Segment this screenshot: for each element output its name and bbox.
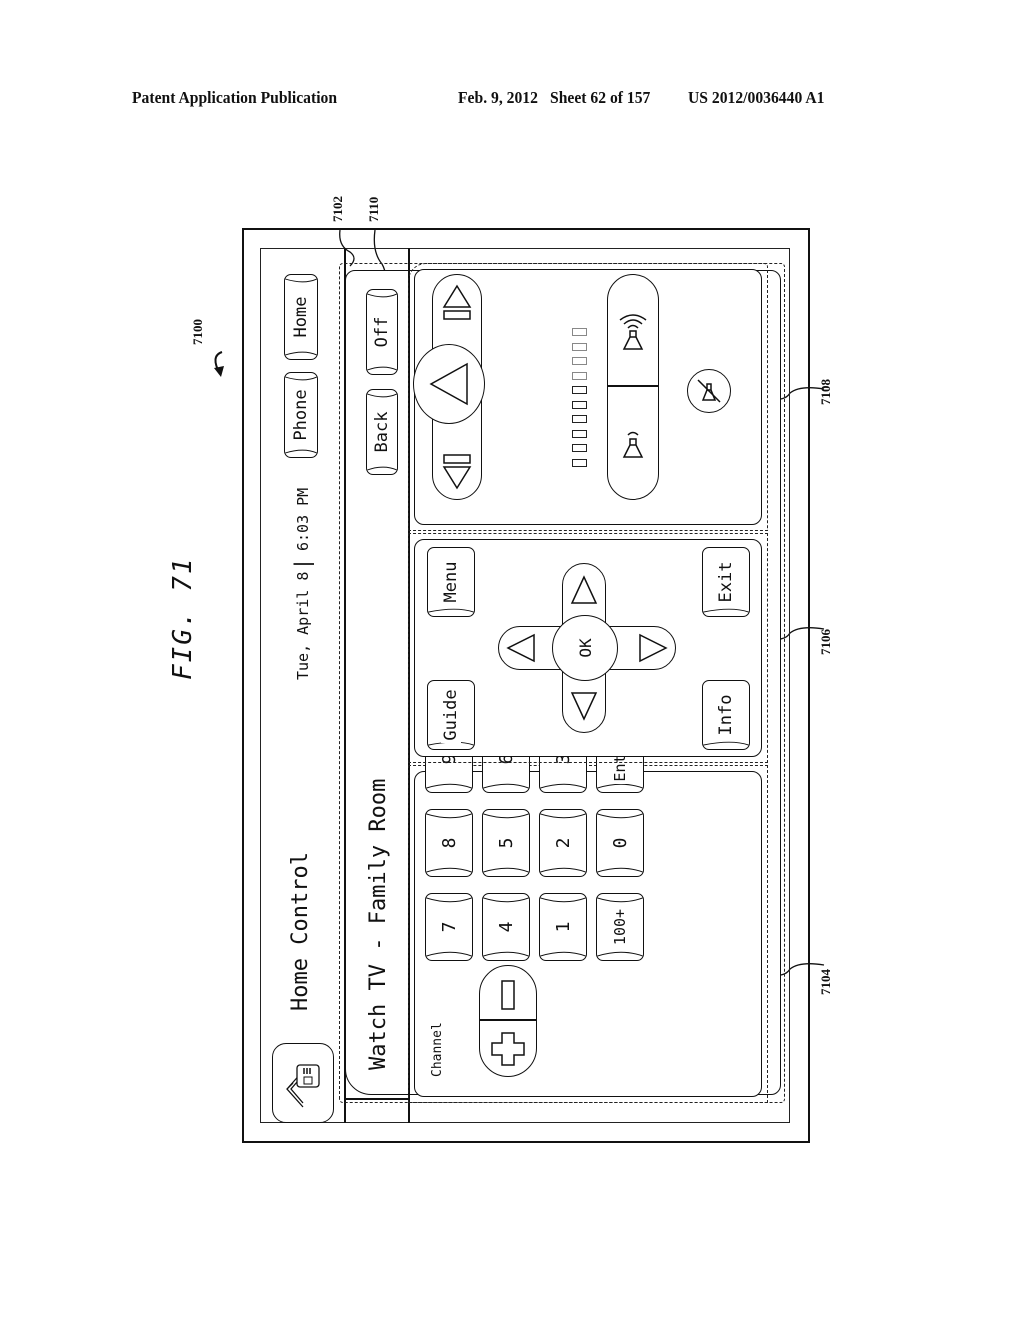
channel-up-button[interactable] (488, 1029, 528, 1069)
keypad-key[interactable]: 0 (596, 809, 644, 877)
channel-label: Channel (430, 1022, 445, 1077)
info-button[interactable]: Info (702, 680, 750, 750)
home-button[interactable]: Home (284, 274, 318, 360)
dpad-up-button[interactable] (568, 573, 600, 607)
play-icon (429, 362, 468, 406)
volume-segment (572, 343, 587, 351)
skip-back-button[interactable] (438, 451, 476, 491)
volume-segment (572, 386, 587, 395)
minus-icon (501, 980, 515, 1010)
keypad-key[interactable]: 7 (425, 893, 473, 961)
skip-forward-icon (442, 284, 472, 320)
ref-7100: 7100 (190, 319, 205, 345)
sheet-number: Sheet 62 of 157 (550, 88, 651, 107)
plus-icon (491, 1032, 525, 1066)
home-control-app-button[interactable] (272, 1043, 334, 1123)
volume-segment (572, 415, 587, 424)
up-arrow-icon (570, 575, 598, 604)
volume-rocker (607, 274, 659, 500)
volume-segment (572, 459, 587, 467)
figure-label: FIG. 71 (168, 556, 198, 680)
volume-rocker-divider (608, 385, 658, 387)
speaker-high-icon (619, 314, 647, 350)
date-display: Tue, April 8 (294, 571, 312, 680)
back-button[interactable]: Back (366, 389, 398, 475)
left-arrow-icon (506, 633, 535, 663)
date-time-separator: | (290, 557, 314, 570)
keypad-key[interactable]: 2 (539, 809, 587, 877)
volume-segment (572, 444, 587, 453)
publication-date: Feb. 9, 2012 (458, 88, 538, 107)
volume-segment (572, 372, 587, 380)
play-button[interactable] (413, 344, 485, 424)
phone-button[interactable]: Phone (284, 372, 318, 458)
channel-down-button[interactable] (488, 975, 528, 1015)
volume-segment (572, 430, 587, 438)
keypad-key[interactable]: 5 (482, 809, 530, 877)
ref-arrow-7100 (214, 351, 224, 377)
publication-number: US 2012/0036440 A1 (688, 88, 825, 107)
exit-button[interactable]: Exit (702, 547, 750, 617)
keypad-key[interactable]: 4 (482, 893, 530, 961)
keypad-key[interactable]: 1 (539, 893, 587, 961)
volume-up-button[interactable] (614, 313, 652, 353)
dpad-left-button[interactable] (504, 631, 538, 665)
guide-button[interactable]: Guide (427, 680, 475, 750)
device-drawing: Home Control Tue, April 8 | 6:03 PM Phon… (242, 228, 810, 1143)
home-control-icon (286, 1064, 320, 1108)
keypad-key[interactable]: 8 (425, 809, 473, 877)
publication-label: Patent Application Publication (132, 88, 338, 107)
volume-segment (572, 357, 587, 366)
volume-segment (572, 401, 587, 409)
off-button[interactable]: Off (366, 289, 398, 375)
volume-segment (572, 328, 587, 337)
keypad-key[interactable]: 100+ (596, 893, 644, 961)
mute-icon (697, 379, 721, 403)
time-display: 6:03 PM (294, 487, 312, 551)
dpad-down-button[interactable] (568, 689, 600, 723)
ref-7102: 7102 (330, 196, 345, 222)
app-title: Home Control (288, 852, 313, 1011)
dpad-right-button[interactable] (636, 631, 670, 665)
down-arrow-icon (570, 692, 598, 721)
room-title: Watch TV - Family Room (366, 778, 391, 1070)
menu-button[interactable]: Menu (427, 547, 475, 617)
channel-rocker-divider (480, 1019, 536, 1021)
skip-forward-button[interactable] (438, 283, 476, 323)
ref-7110: 7110 (366, 196, 381, 222)
dpad-ok-button[interactable]: OK (552, 615, 618, 681)
speaker-low-icon (622, 431, 644, 458)
volume-down-button[interactable] (614, 423, 652, 463)
skip-back-icon (442, 454, 472, 490)
right-arrow-icon (639, 633, 668, 663)
mute-button[interactable] (687, 369, 731, 413)
